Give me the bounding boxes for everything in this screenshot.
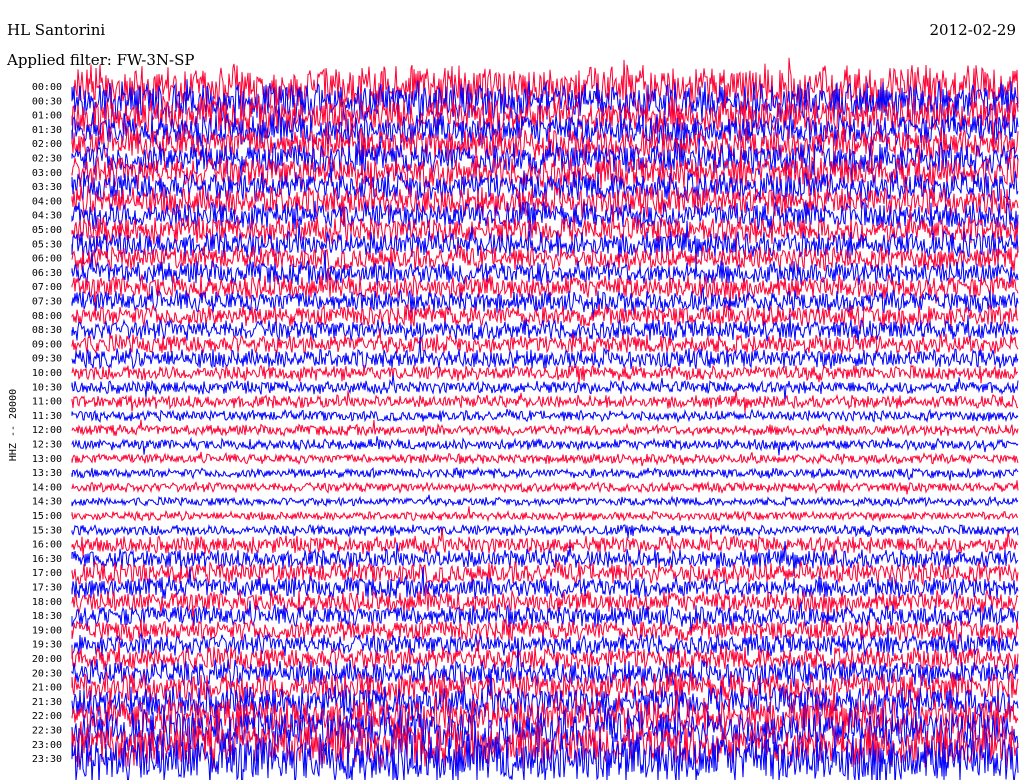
trace-group xyxy=(71,57,1019,780)
time-tick-label: 16:30 xyxy=(32,554,62,565)
time-tick-label: 15:30 xyxy=(32,525,62,536)
time-tick-label: 07:00 xyxy=(32,282,62,293)
date-label: 2012-02-29 xyxy=(929,21,1016,39)
time-tick-label: 22:30 xyxy=(32,726,62,737)
seismic-trace xyxy=(71,408,1019,424)
time-tick-label: 01:30 xyxy=(32,125,62,136)
seismic-trace xyxy=(71,466,1019,481)
time-tick-label: 16:00 xyxy=(32,540,62,551)
time-tick-label: 19:30 xyxy=(32,640,62,651)
time-tick-label: 00:00 xyxy=(32,82,62,93)
seismic-trace xyxy=(71,451,1019,467)
time-tick-label: 01:00 xyxy=(32,111,62,122)
time-tick-label: 10:00 xyxy=(32,368,62,379)
time-tick-label: 03:30 xyxy=(32,182,62,193)
time-tick-label: 03:00 xyxy=(32,168,62,179)
time-tick-label: 17:00 xyxy=(32,568,62,579)
helicorder-plot: 00:00 00:30 01:00 01:30 02:00 02:30 03:00 03:30… xyxy=(8,57,1019,780)
time-tick-label: 09:30 xyxy=(32,354,62,365)
time-tick-label: 14:00 xyxy=(32,482,62,493)
time-tick-label: 21:30 xyxy=(32,697,62,708)
time-tick-label: 08:30 xyxy=(32,325,62,336)
time-tick-label: 14:30 xyxy=(32,497,62,508)
time-tick-label: 06:00 xyxy=(32,254,62,265)
time-tick-label: 21:00 xyxy=(32,683,62,694)
time-tick-label: 00:30 xyxy=(32,96,62,107)
time-tick-label: 18:30 xyxy=(32,611,62,622)
seismic-trace xyxy=(71,494,1019,508)
time-tick-label: 18:00 xyxy=(32,597,62,608)
time-tick-label: 20:30 xyxy=(32,668,62,679)
seismic-trace xyxy=(71,419,1019,438)
time-tick-label: 11:00 xyxy=(32,397,62,408)
seismic-trace xyxy=(71,436,1019,456)
time-tick-label: 19:00 xyxy=(32,625,62,636)
filter-label: Applied filter: FW-3N-SP xyxy=(7,51,195,69)
time-tick-label: 15:00 xyxy=(32,511,62,522)
seismic-trace xyxy=(71,364,1018,385)
channel-label: HHZ -- 20000 xyxy=(8,389,19,461)
time-tick-label: 17:30 xyxy=(32,583,62,594)
time-tick-label: 22:00 xyxy=(32,711,62,722)
time-tick-label: 08:00 xyxy=(32,311,62,322)
station-title: HL Santorini xyxy=(7,21,106,39)
time-tick-label: 02:00 xyxy=(32,139,62,150)
seismic-trace xyxy=(71,618,1019,647)
time-tick-label: 13:00 xyxy=(32,454,62,465)
seismic-trace xyxy=(71,389,1019,414)
time-tick-label: 13:30 xyxy=(32,468,62,479)
time-tick-label: 04:00 xyxy=(32,196,62,207)
time-tick-label: 06:30 xyxy=(32,268,62,279)
time-tick-label: 12:00 xyxy=(32,425,62,436)
time-tick-label: 05:00 xyxy=(32,225,62,236)
seismic-trace xyxy=(71,506,1019,523)
time-tick-label: 02:30 xyxy=(32,154,62,165)
time-tick-label: 05:30 xyxy=(32,239,62,250)
time-tick-label: 23:00 xyxy=(32,740,62,751)
seismic-trace xyxy=(71,523,1019,539)
time-tick-label: 11:30 xyxy=(32,411,62,422)
time-tick-label: 23:30 xyxy=(32,754,62,765)
time-tick-labels: 00:00 00:30 01:00 01:30 02:00 02:30 03:00 03:30… xyxy=(32,82,62,765)
seismic-trace xyxy=(71,479,1019,495)
time-tick-label: 12:30 xyxy=(32,440,62,451)
time-tick-label: 04:30 xyxy=(32,211,62,222)
time-tick-label: 10:30 xyxy=(32,382,62,393)
time-tick-label: 07:30 xyxy=(32,297,62,308)
time-tick-label: 09:00 xyxy=(32,339,62,350)
seismic-trace xyxy=(71,374,1019,402)
time-tick-label: 20:00 xyxy=(32,654,62,665)
